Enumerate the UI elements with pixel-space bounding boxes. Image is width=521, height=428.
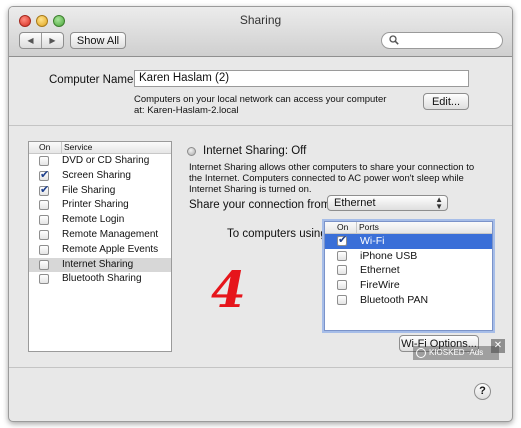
step-annotation: 4	[211, 260, 246, 319]
service-row[interactable]: Internet Sharing	[29, 257, 171, 273]
search-input[interactable]	[381, 32, 503, 49]
service-name: Printer Sharing	[62, 199, 129, 211]
service-name: Remote Management	[62, 228, 159, 240]
sharing-status: Internet Sharing: Off	[203, 145, 307, 157]
show-all-button[interactable]: Show All	[70, 32, 126, 49]
port-name: Bluetooth PAN	[360, 293, 429, 306]
ports-list: On Ports Wi-Fi iPhone USB Ethernet FireWire…	[324, 221, 493, 331]
service-checkbox[interactable]	[39, 244, 49, 255]
help-button[interactable]: ?	[474, 383, 491, 400]
sharing-window: Sharing ◀ ▶ Show All Computer Name: Kare…	[8, 6, 513, 422]
port-row[interactable]: Wi-Fi	[325, 233, 492, 249]
port-name: FireWire	[360, 279, 400, 292]
service-checkbox[interactable]	[39, 200, 49, 211]
service-row[interactable]: Bluetooth Sharing	[29, 272, 171, 287]
share-from-label: Share your connection from:	[189, 199, 334, 211]
service-name: Bluetooth Sharing	[62, 273, 142, 285]
port-checkbox[interactable]	[337, 250, 347, 261]
window-title: Sharing	[239, 13, 282, 27]
port-checkbox[interactable]	[337, 294, 347, 305]
port-row[interactable]: Bluetooth PAN	[325, 293, 492, 308]
title-bar: Sharing ◀ ▶ Show All	[9, 7, 512, 57]
edit-button[interactable]: Edit...	[423, 93, 469, 110]
service-checkbox[interactable]	[39, 229, 49, 240]
port-name: Ethernet	[360, 264, 400, 277]
service-row[interactable]: File Sharing	[29, 183, 171, 199]
watermark-text: KIOSKED ·Ads	[429, 348, 484, 357]
service-row[interactable]: DVD or CD Sharing	[29, 154, 171, 169]
service-checkbox[interactable]	[39, 168, 49, 181]
service-name: File Sharing	[62, 184, 116, 196]
share-from-value: Ethernet	[334, 197, 376, 209]
port-row[interactable]: Ethernet	[325, 263, 492, 278]
service-name: Remote Apple Events	[62, 243, 159, 255]
service-row[interactable]: Screen Sharing	[29, 168, 171, 184]
services-list-header: On Service	[29, 142, 171, 154]
column-header-ports: Ports	[356, 222, 379, 233]
service-name: Screen Sharing	[62, 169, 131, 181]
share-from-popup[interactable]: Ethernet ▲ ▼	[327, 195, 448, 211]
to-computers-label: To computers using:	[227, 228, 330, 240]
bottom-divider	[9, 367, 512, 368]
port-checkbox[interactable]	[337, 233, 347, 246]
back-arrow-icon[interactable]: ◀	[20, 33, 41, 48]
port-checkbox[interactable]	[337, 265, 347, 276]
service-name: Remote Login	[62, 214, 125, 226]
port-row[interactable]: iPhone USB	[325, 249, 492, 264]
status-indicator-icon	[187, 147, 196, 156]
computer-name-label: Computer Name:	[49, 74, 137, 86]
popup-arrows-icon: ▲ ▼	[435, 195, 443, 211]
ports-list-header: On Ports	[325, 222, 492, 234]
column-header-on: On	[39, 142, 51, 152]
column-header-service: Service	[61, 142, 92, 153]
watermark-logo-icon	[416, 348, 426, 358]
service-row[interactable]: Remote Management	[29, 228, 171, 243]
computer-name-field[interactable]: Karen Haslam (2)	[134, 70, 469, 87]
section-divider	[9, 125, 512, 126]
port-checkbox[interactable]	[337, 280, 347, 291]
service-row[interactable]: Printer Sharing	[29, 198, 171, 213]
service-name: DVD or CD Sharing	[62, 155, 150, 166]
column-header-on: On	[337, 222, 349, 232]
service-checkbox[interactable]	[39, 215, 49, 226]
ad-watermark: KIOSKED ·Ads	[413, 346, 499, 360]
service-name: Internet Sharing	[62, 258, 134, 270]
forward-arrow-icon[interactable]: ▶	[41, 33, 63, 48]
close-ad-icon[interactable]: ✕	[491, 339, 505, 353]
service-checkbox[interactable]	[39, 259, 49, 270]
computer-name-description: Computers on your local network can acce…	[134, 94, 387, 116]
search-icon	[389, 35, 399, 48]
back-forward-control: ◀ ▶	[19, 32, 64, 49]
port-name: Wi-Fi	[360, 235, 385, 247]
service-checkbox[interactable]	[39, 156, 49, 166]
service-checkbox[interactable]	[39, 183, 49, 196]
sharing-description: Internet Sharing allows other computers …	[189, 162, 475, 195]
service-row[interactable]: Remote Login	[29, 213, 171, 228]
port-name: iPhone USB	[360, 249, 418, 262]
service-checkbox[interactable]	[39, 274, 49, 285]
service-row[interactable]: Remote Apple Events	[29, 243, 171, 258]
services-list: On Service DVD or CD Sharing Screen Shari…	[28, 141, 172, 352]
port-row[interactable]: FireWire	[325, 278, 492, 293]
